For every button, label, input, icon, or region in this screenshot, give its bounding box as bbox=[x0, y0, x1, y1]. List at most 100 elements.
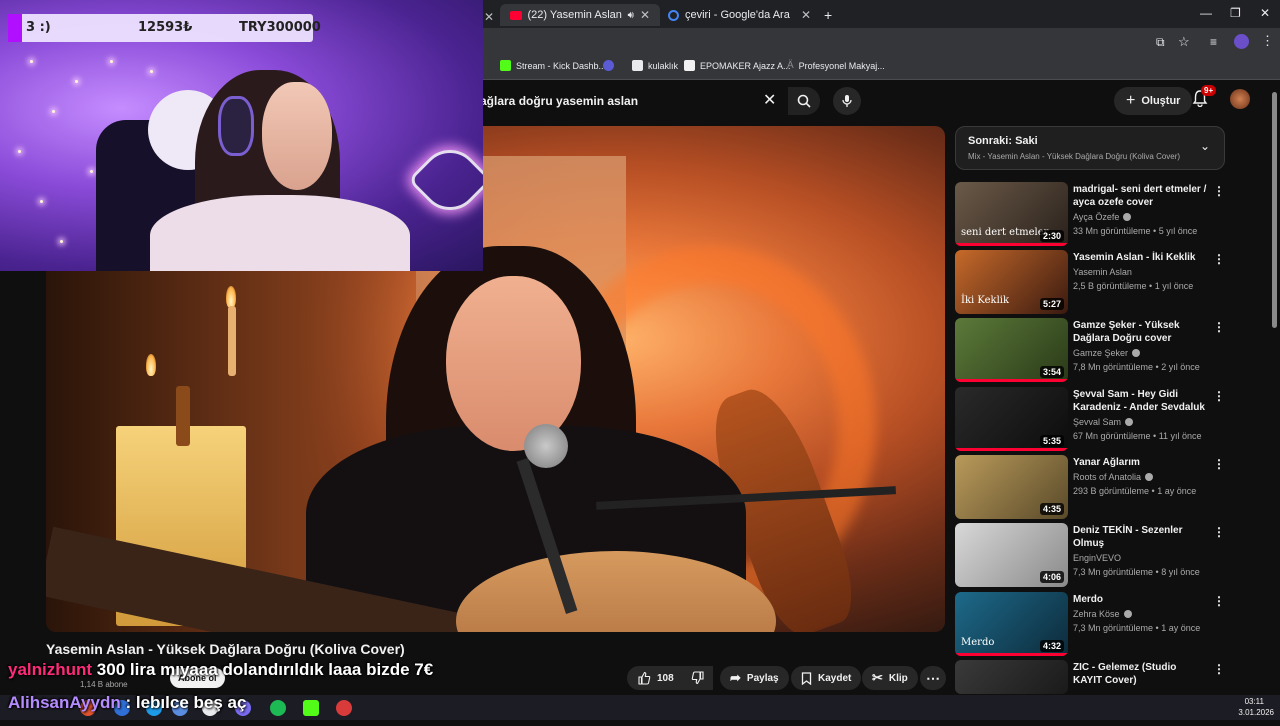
account-avatar[interactable] bbox=[1230, 89, 1250, 109]
more-options-icon[interactable]: ⋮ bbox=[1213, 320, 1225, 334]
bookmark-epomaker[interactable]: EPOMAKER Ajazz A... bbox=[684, 60, 791, 71]
profile-avatar[interactable] bbox=[1234, 34, 1249, 49]
thumbs-down-icon bbox=[691, 671, 704, 685]
fairy-light bbox=[18, 150, 21, 153]
streamer-face bbox=[262, 82, 332, 190]
recommendation-title[interactable]: Şevval Sam - Hey Gidi Karadeniz - Ander … bbox=[1073, 388, 1208, 414]
recommendation-thumbnail[interactable]: 3:54 bbox=[955, 318, 1068, 382]
search-button[interactable] bbox=[788, 87, 820, 115]
bookmark-star-icon[interactable]: ☆ bbox=[1178, 34, 1190, 50]
plus-icon: + bbox=[1126, 92, 1136, 109]
bookmark-kulaklik[interactable]: kulaklık bbox=[632, 60, 678, 71]
close-window-icon[interactable]: ✕ bbox=[1260, 6, 1270, 20]
save-button[interactable]: Kaydet bbox=[791, 666, 862, 690]
bookmark-favicon-icon bbox=[632, 60, 643, 71]
channel-name[interactable]: Roots of Anatolia bbox=[1073, 472, 1154, 482]
donation-goal-bar: 3 :) 12593₺ TRY300000 bbox=[8, 14, 321, 42]
recommendation-title[interactable]: Gamze Şeker - Yüksek Dağlara Doğru cover bbox=[1073, 319, 1208, 345]
page-scrollbar[interactable] bbox=[1272, 92, 1277, 328]
channel-name[interactable]: Yasemin Aslan bbox=[1073, 267, 1132, 277]
recommendation-thumbnail[interactable]: İki Keklik 5:27 bbox=[955, 250, 1068, 314]
bookmark-label: Profesyonel Makyaj... bbox=[798, 60, 885, 71]
donation-left-text: 3 :) bbox=[26, 20, 51, 35]
watch-progress-bar bbox=[955, 448, 1068, 451]
speaker-icon[interactable]: 🔊︎ bbox=[628, 10, 634, 21]
install-app-icon[interactable]: ⧉ bbox=[1156, 35, 1165, 50]
chat-message: AlihsanAyydn : lebılce beş aç bbox=[8, 693, 246, 713]
media-control-icon[interactable]: ≡ bbox=[1210, 35, 1217, 49]
recommendation-title[interactable]: madrigal- seni dert etmeler / ayca ozefe… bbox=[1073, 183, 1208, 209]
chevron-down-icon[interactable]: ⌄ bbox=[1200, 139, 1210, 153]
more-options-icon[interactable]: ⋮ bbox=[1213, 662, 1225, 676]
channel-name[interactable]: Ayça Özefe bbox=[1073, 212, 1132, 222]
obs-icon[interactable] bbox=[336, 700, 352, 716]
scissors-icon: ✂ bbox=[872, 670, 883, 685]
youtube-favicon-icon bbox=[510, 10, 522, 20]
search-input[interactable]: ağlara doğru yasemin aslan bbox=[470, 87, 786, 115]
recommendation-thumbnail[interactable]: Merdo 4:32 bbox=[955, 592, 1068, 656]
tab-close-icon[interactable]: ✕ bbox=[484, 6, 494, 28]
bookmark-label: kulaklık bbox=[648, 60, 679, 71]
recommendation-title[interactable]: Yanar Ağlarım bbox=[1073, 456, 1208, 469]
create-button[interactable]: + Oluştur bbox=[1114, 87, 1193, 115]
more-options-icon[interactable]: ⋮ bbox=[1213, 457, 1225, 471]
recommendation-thumbnail[interactable]: 4:35 bbox=[955, 455, 1068, 519]
share-button[interactable]: ➦ Paylaş bbox=[720, 666, 789, 690]
recommendation-title[interactable]: Yasemin Aslan - İki Keklik bbox=[1073, 251, 1208, 264]
bookmark-unnamed[interactable] bbox=[603, 60, 614, 71]
recommendation-thumbnail[interactable]: seni dert etmeler 2:30 bbox=[955, 182, 1068, 246]
recommendation-item[interactable]: seni dert etmeler 2:30 madrigal- seni dert… bbox=[955, 182, 1230, 248]
minimize-icon[interactable]: — bbox=[1200, 6, 1212, 20]
new-tab-button[interactable]: + bbox=[824, 4, 832, 26]
recommendation-title[interactable]: ZIC - Gelemez (Studio KAYIT Cover) bbox=[1073, 661, 1208, 687]
channel-name[interactable]: Şevval Sam bbox=[1073, 417, 1134, 427]
duration-badge: 4:32 bbox=[1039, 640, 1064, 652]
video-meta: 2,5 B görüntüleme • 1 yıl önce bbox=[1073, 281, 1194, 291]
spotify-icon[interactable] bbox=[270, 700, 286, 716]
more-options-icon[interactable]: ⋮ bbox=[1213, 389, 1225, 403]
tab-google[interactable]: çeviri - Google'da Ara bbox=[668, 4, 818, 26]
more-options-icon[interactable]: ⋮ bbox=[1213, 525, 1225, 539]
channel-label: Ayça Özefe bbox=[1073, 212, 1120, 222]
clip-button[interactable]: ✂ Klip bbox=[862, 666, 918, 690]
more-options-icon[interactable]: ⋮ bbox=[1213, 184, 1225, 198]
more-options-icon[interactable]: ⋮ bbox=[1213, 252, 1225, 266]
recommendation-thumbnail[interactable]: 4:06 bbox=[955, 523, 1068, 587]
up-next-panel[interactable]: Sonraki: Saki Mix - Yasemin Aslan - Yüks… bbox=[955, 126, 1225, 170]
recommendation-item[interactable]: 5:35 Şevval Sam - Hey Gidi Karadeniz - An… bbox=[955, 387, 1230, 453]
fairy-light bbox=[40, 200, 43, 203]
google-favicon-icon bbox=[668, 9, 679, 21]
taskbar-time: 03:11 bbox=[1244, 697, 1264, 706]
recommendation-item[interactable]: 4:06 Deniz TEKİN - Sezenler Olmuş EnginVEV… bbox=[955, 523, 1230, 589]
tab-close-icon[interactable]: ✕ bbox=[801, 4, 811, 26]
recommendation-item[interactable]: Merdo 4:32 Merdo Zehra Köse 7,3 Mn görüntüle… bbox=[955, 592, 1230, 658]
tab-youtube[interactable]: (22) Yasemin Aslan - Yüksek 🔊︎ ✕ bbox=[500, 4, 660, 26]
recommendation-item[interactable]: 4:35 Yanar Ağlarım Roots of Anatolia 293 B … bbox=[955, 455, 1230, 521]
voice-search-button[interactable] bbox=[833, 87, 861, 115]
more-options-icon[interactable]: ⋮ bbox=[1213, 594, 1225, 608]
channel-label: EnginVEVO bbox=[1073, 553, 1122, 563]
clip-label: Klip bbox=[888, 672, 908, 684]
fairy-light bbox=[90, 170, 93, 173]
bookmark-kick-dashboard[interactable]: Stream - Kick Dashb... bbox=[500, 60, 606, 71]
kick-icon[interactable] bbox=[303, 700, 319, 716]
video-meta: 33 Mn görüntüleme • 5 yıl önce bbox=[1073, 226, 1198, 236]
browser-menu-icon[interactable]: ⋮ bbox=[1261, 33, 1274, 49]
tab-close-icon[interactable]: ✕ bbox=[640, 8, 650, 22]
channel-name[interactable]: Zehra Köse bbox=[1073, 609, 1132, 619]
bookmark-makyaj[interactable]: Ä Profesyonel Makyaj... bbox=[787, 60, 885, 71]
notifications-button[interactable]: 9+ bbox=[1192, 85, 1217, 112]
recommendation-title[interactable]: Deniz TEKİN - Sezenler Olmuş bbox=[1073, 524, 1208, 550]
channel-name[interactable]: Gamze Şeker bbox=[1073, 348, 1141, 358]
recommendation-item[interactable]: 3:54 Gamze Şeker - Yüksek Dağlara Doğru c… bbox=[955, 318, 1230, 384]
more-actions-button[interactable]: ⋯ bbox=[920, 666, 946, 690]
recommendation-item[interactable]: İki Keklik 5:27 Yasemin Aslan - İki Keklik… bbox=[955, 250, 1230, 316]
restore-icon[interactable]: ❐ bbox=[1230, 6, 1241, 20]
video-meta: 293 B görüntüleme • 1 ay önce bbox=[1073, 486, 1197, 496]
recommendation-thumbnail[interactable] bbox=[955, 660, 1068, 694]
channel-name[interactable]: EnginVEVO bbox=[1073, 553, 1121, 563]
recommendation-title[interactable]: Merdo bbox=[1073, 593, 1208, 606]
dislike-button[interactable] bbox=[683, 666, 713, 690]
clear-search-icon[interactable]: ✕ bbox=[763, 90, 776, 110]
recommendation-thumbnail[interactable]: 5:35 bbox=[955, 387, 1068, 451]
